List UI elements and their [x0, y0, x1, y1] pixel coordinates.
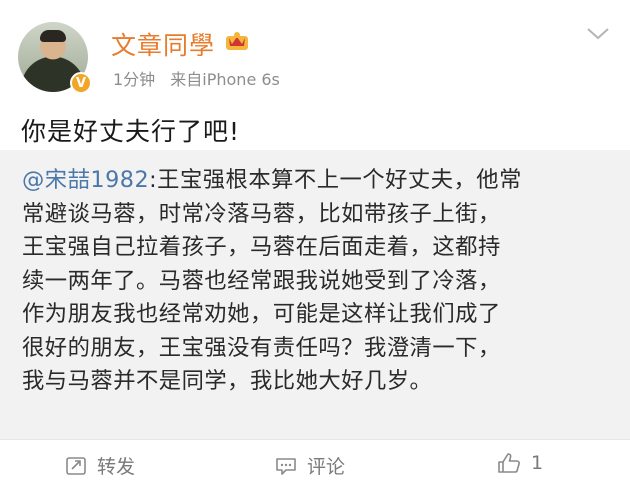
repost-line: 我与马蓉并不是同学，我比她大好几岁。 — [22, 368, 433, 394]
post-time: 1分钟 — [113, 70, 156, 89]
post-text: 你是好丈夫行了吧! — [21, 117, 241, 146]
comment-button[interactable]: 评论 — [275, 452, 345, 479]
crown-icon — [226, 32, 248, 50]
comment-label: 评论 — [307, 456, 346, 478]
repost-button[interactable]: 转发 — [65, 452, 135, 479]
repost-label: 转发 — [97, 456, 136, 478]
post-source[interactable]: 来自iPhone 6s — [170, 70, 280, 89]
repost-line: 很好的朋友，王宝强没有责任吗？我澄清一下， — [22, 334, 501, 361]
repost-icon — [66, 456, 86, 475]
repost-line: 常避谈马蓉，时常冷落马蓉，比如带孩子上街， — [22, 200, 501, 227]
repost-line: 续一两年了。马蓉也经常跟我说她受到了冷落， — [22, 267, 501, 294]
verified-badge-icon: V — [70, 72, 92, 94]
repost-line: :王宝强根本算不上一个好丈夫，他常 — [149, 167, 522, 193]
username[interactable]: 文章同學 — [111, 26, 215, 62]
repost-card[interactable]: @宋喆1982:王宝强根本算不上一个好丈夫，他常 常避谈马蓉，时常冷落马蓉，比如… — [0, 150, 630, 439]
chevron-down-icon[interactable] — [586, 26, 610, 42]
post-meta: 1分钟 来自iPhone 6s — [113, 66, 290, 90]
repost-text: @宋喆1982:王宝强根本算不上一个好丈夫，他常 常避谈马蓉，时常冷落马蓉，比如… — [22, 164, 622, 399]
like-button[interactable]: 1 — [497, 452, 543, 474]
like-count: 1 — [531, 452, 544, 474]
comment-icon — [276, 457, 296, 475]
repost-line: 王宝强自己拉着孩子，马蓉在后面走着，这都持 — [22, 234, 501, 260]
like-icon — [498, 453, 520, 473]
repost-line: 作为朋友我也经常劝她，可能是这样让我们成了 — [22, 301, 501, 327]
repost-mention[interactable]: @宋喆1982 — [22, 167, 149, 193]
post-header: V 文章同學 1分钟 来自iPhone 6s — [0, 0, 630, 100]
action-bar: 转发 评论 1 — [0, 439, 630, 491]
avatar-hair — [40, 30, 66, 42]
